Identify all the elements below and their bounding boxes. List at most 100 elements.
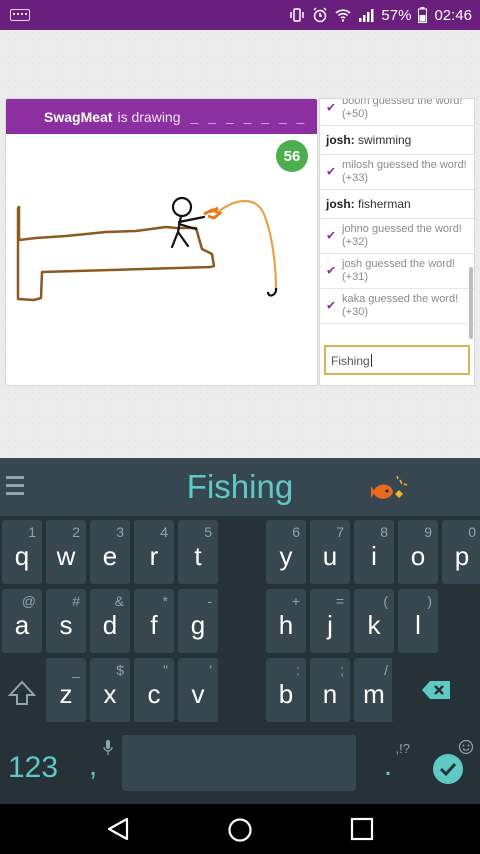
key-label: r (149, 541, 159, 571)
key-v[interactable]: ' v (178, 658, 218, 722)
chat-text: fisherman (358, 197, 411, 211)
key-label: a (14, 610, 30, 640)
key-label: u (322, 541, 338, 571)
key-x[interactable]: $ x (90, 658, 130, 722)
key-hint: & (114, 593, 124, 609)
key-a[interactable]: @ a (2, 589, 42, 653)
check-icon: ✔ (326, 298, 337, 313)
round-timer: 56 (276, 140, 308, 172)
check-icon: ✔ (326, 228, 337, 243)
key-i[interactable]: 8i (354, 520, 394, 584)
key-c[interactable]: " c (134, 658, 174, 722)
key-hint: - (207, 593, 212, 609)
numbers-key[interactable]: 123 (0, 731, 66, 795)
chat-scrollbar[interactable] (469, 267, 473, 339)
game-area: SwagMeat is drawing _ _ _ _ _ _ _ 56 ✔ b… (0, 30, 480, 458)
comma-key[interactable]: , (66, 731, 120, 795)
key-u[interactable]: 7u (310, 520, 350, 584)
chat-system-message: ✔ boom guessed the word! (+50) (320, 99, 474, 126)
key-hint: + (291, 593, 300, 609)
chat-user: josh: (326, 133, 355, 147)
check-icon: ✔ (326, 263, 337, 278)
fishing-line-sketch (217, 199, 278, 291)
key-z[interactable]: _ z (46, 658, 86, 722)
drawing-board: SwagMeat is drawing _ _ _ _ _ _ _ 56 (5, 98, 318, 386)
fish-emoji-icon[interactable] (369, 472, 409, 508)
key-q[interactable]: 1q (2, 520, 42, 584)
chat-system-message: ✔ milosh guessed the word! (+33) (320, 155, 474, 190)
key-l[interactable]: ) l (398, 589, 438, 653)
key-n[interactable]: ; n (310, 658, 350, 722)
suggestion-bar: Fishing (0, 458, 480, 516)
drawing-status: is drawing (117, 108, 181, 125)
period-key[interactable]: ,!? . (358, 731, 418, 795)
key-f[interactable]: * f (134, 589, 174, 653)
key-e[interactable]: 3e (90, 520, 130, 584)
key-hint: * (162, 593, 168, 609)
key-hint: 3 (116, 524, 124, 540)
reel-sketch (203, 206, 223, 220)
key-hint: ) (427, 593, 432, 609)
key-label: f (150, 610, 158, 640)
key-b[interactable]: :b (266, 658, 306, 722)
chat-user: josh: (326, 197, 355, 211)
guess-input[interactable]: Fishing (324, 345, 470, 375)
key-label: z (59, 679, 73, 709)
key-t[interactable]: 5t (178, 520, 218, 584)
key-hint: / (384, 662, 388, 678)
recents-icon[interactable] (350, 817, 374, 841)
space-key[interactable] (122, 735, 356, 791)
key-hint: 6 (292, 524, 300, 540)
key-k[interactable]: (k (354, 589, 394, 653)
chat-message: josh: fisherman (320, 190, 474, 219)
drawing-header: SwagMeat is drawing _ _ _ _ _ _ _ (6, 99, 317, 134)
key-w[interactable]: 2w (46, 520, 86, 584)
key-label: t (194, 541, 202, 571)
shift-icon (7, 680, 37, 705)
key-p[interactable]: 0p (442, 520, 480, 584)
key-s[interactable]: # s (46, 589, 86, 653)
backspace-key[interactable] (392, 658, 480, 722)
key-o[interactable]: 9o (398, 520, 438, 584)
key-label: v (191, 679, 205, 709)
key-label: i (371, 541, 377, 571)
check-icon: ✔ (326, 100, 337, 115)
status-bar: 57% 02:46 (0, 0, 480, 30)
back-icon[interactable] (105, 817, 131, 841)
key-hint: # (72, 593, 80, 609)
key-d[interactable]: & d (90, 589, 130, 653)
key-label: q (14, 541, 30, 571)
key-label: h (278, 610, 294, 640)
key-j[interactable]: = j (310, 589, 350, 653)
clock: 02:46 (434, 6, 472, 24)
key-label: g (190, 610, 206, 640)
wifi-icon (335, 9, 351, 22)
key-label: k (367, 610, 381, 640)
key-label: d (102, 610, 118, 640)
key-hint: $ (116, 662, 124, 678)
shift-key[interactable] (0, 658, 44, 722)
enter-key[interactable] (418, 731, 480, 795)
chat-panel[interactable]: ✔ boom guessed the word! (+50) josh: swi… (319, 98, 475, 386)
key-label: p (454, 541, 470, 571)
key-y[interactable]: 6y (266, 520, 306, 584)
home-icon[interactable] (227, 817, 253, 843)
key-label: j (327, 610, 333, 640)
key-r[interactable]: 4r (134, 520, 174, 584)
key-hint: 5 (204, 524, 212, 540)
key-label: b (278, 679, 294, 709)
key-h[interactable]: + h (266, 589, 306, 653)
key-hint: _ (72, 662, 80, 678)
keyboard-notification-icon (10, 9, 30, 21)
key-label: y (279, 541, 293, 571)
key-label: s (59, 610, 73, 640)
chat-message: josh: swimming (320, 126, 474, 155)
drawing-canvas[interactable] (6, 134, 318, 386)
key-g[interactable]: -g (178, 589, 218, 653)
key-hint: : (296, 662, 300, 678)
key-hint: 9 (424, 524, 432, 540)
key-hint: = (335, 593, 344, 609)
key-label: c (147, 679, 161, 709)
chat-system-message: ✔ josh guessed the word! (+31) (320, 254, 474, 289)
key-m[interactable]: / m (354, 658, 394, 722)
